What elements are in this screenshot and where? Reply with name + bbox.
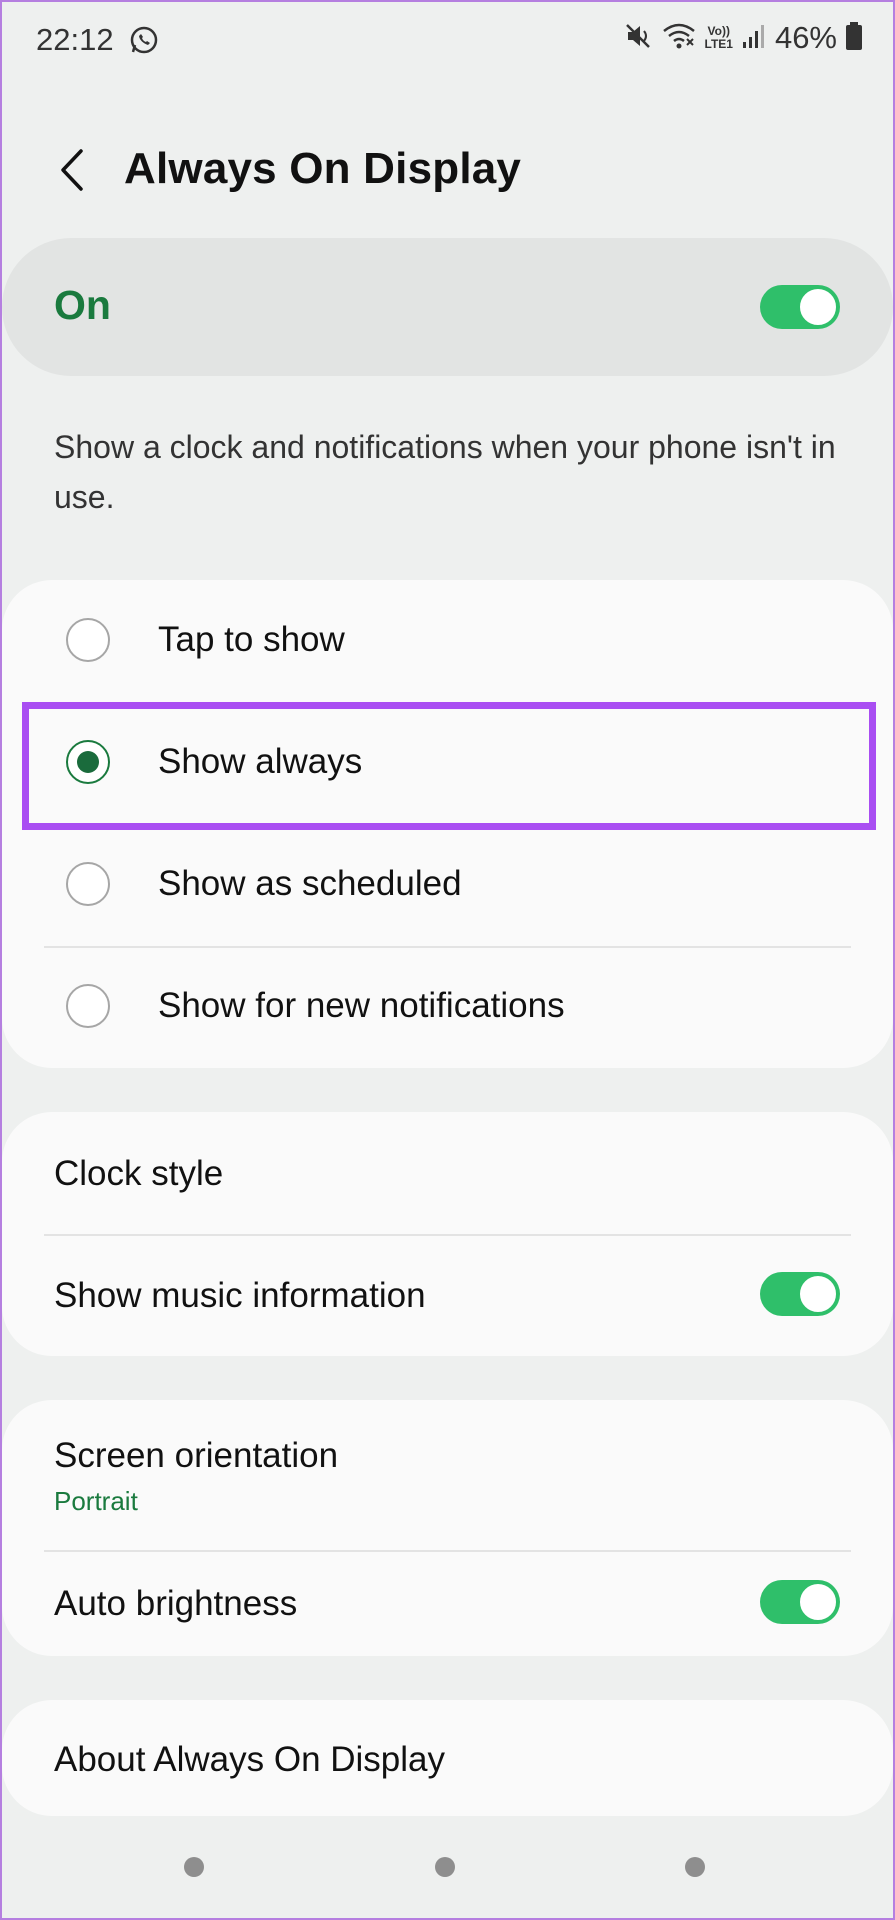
screen-orientation-label: Screen orientation [54,1436,339,1475]
option-tap-to-show[interactable]: Tap to show [2,580,893,700]
app-header: Always On Display [2,132,893,212]
music-info-toggle[interactable] [760,1272,840,1316]
auto-brightness-label: Auto brightness [54,1584,298,1623]
page-title: Always On Display [124,144,522,193]
music-info-row[interactable]: Show music information [2,1234,893,1356]
clock-style-label: Clock style [54,1154,224,1193]
master-toggle-row[interactable]: On [2,238,893,376]
master-toggle-switch[interactable] [760,285,840,329]
volte-lte-icon: Vo)) LTE1 [705,25,733,51]
battery-icon [845,21,863,56]
signal-icon [741,22,767,55]
status-icons: Vo)) LTE1 46% [623,20,864,56]
display-mode-card: Tap to show Show always Show as schedule… [2,580,893,1068]
toggle-knob [798,1274,838,1314]
option-label: Tap to show [158,620,345,659]
radio-button-selected[interactable] [66,740,110,784]
auto-brightness-row[interactable]: Auto brightness [2,1550,893,1656]
orientation-card: Screen orientation Portrait Auto brightn… [2,1400,893,1656]
toggle-knob [798,1582,838,1622]
feature-description: Show a clock and notifications when your… [54,429,836,515]
wifi-icon [661,21,697,56]
auto-brightness-toggle[interactable] [760,1580,840,1624]
whatsapp-icon [128,24,160,56]
chevron-left-icon [57,148,87,197]
option-show-as-scheduled[interactable]: Show as scheduled [2,824,893,944]
clock-style-row[interactable]: Clock style [2,1112,893,1234]
radio-button[interactable] [66,984,110,1028]
radio-button[interactable] [66,862,110,906]
music-info-label: Show music information [54,1276,426,1315]
mute-icon [623,21,653,56]
about-label: About Always On Display [54,1740,446,1779]
battery-percent: 46% [774,20,837,55]
screen-orientation-row[interactable]: Screen orientation Portrait [2,1400,893,1550]
radio-button[interactable] [66,618,110,662]
about-row[interactable]: About Always On Display [2,1700,893,1816]
option-show-for-new-notifications[interactable]: Show for new notifications [2,946,893,1066]
clock-settings-card: Clock style Show music information [2,1112,893,1356]
about-card: About Always On Display [2,1700,893,1816]
status-time: 22:12 [36,22,114,57]
nav-home-button[interactable] [435,1857,455,1877]
nav-recents-button[interactable] [184,1857,204,1877]
status-bar: 22:12 Vo)) LTE1 46% [2,2,893,78]
option-label: Show as scheduled [158,864,462,903]
option-label: Show for new notifications [158,986,565,1025]
lte-label: LTE1 [704,37,733,51]
back-button[interactable] [44,140,100,204]
option-show-always[interactable]: Show always [2,702,893,822]
nav-back-button[interactable] [685,1857,705,1877]
screen-orientation-value: Portrait [54,1486,138,1516]
toggle-knob [798,287,838,327]
master-toggle-label: On [54,282,111,328]
option-label: Show always [158,742,363,781]
